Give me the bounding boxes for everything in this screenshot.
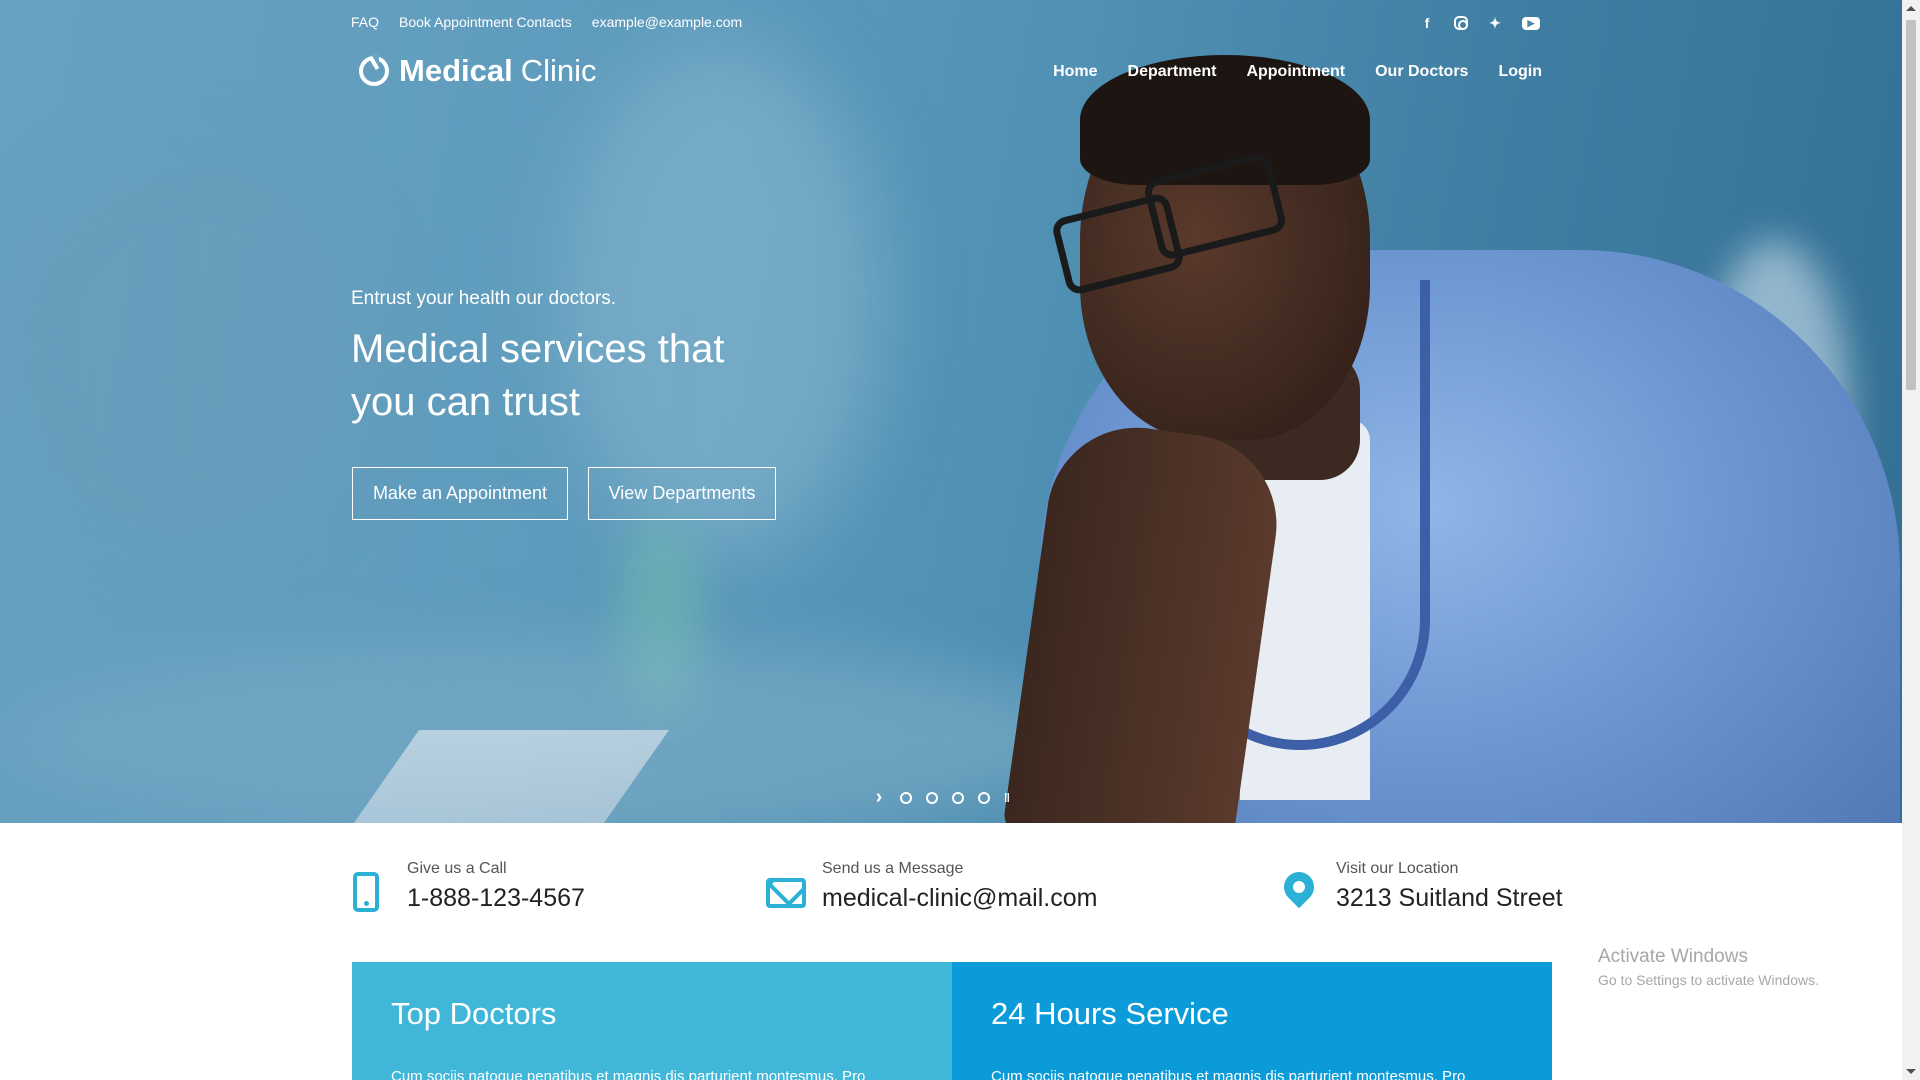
slider-controls: › ‖ xyxy=(872,786,1010,809)
slider-dot[interactable] xyxy=(900,791,912,804)
location-pin-icon xyxy=(1277,865,1326,918)
top-bar-links: FAQ Book Appointment Contacts example@ex… xyxy=(351,14,742,30)
panel-text: Cum sociis natoque penatibus et magnis d… xyxy=(991,1068,1466,1080)
scrollbar-thumb[interactable] xyxy=(1906,20,1916,390)
watermark-title: Activate Windows xyxy=(1598,946,1748,967)
book-appointment-contacts-link[interactable]: Book Appointment Contacts xyxy=(399,14,572,30)
slider-pause-icon[interactable]: ‖ xyxy=(1004,791,1010,805)
logo-text-strong: Medical xyxy=(399,53,513,88)
slider-next-arrow-icon[interactable]: › xyxy=(872,786,886,809)
contact-message-value[interactable]: medical-clinic@mail.com xyxy=(822,884,1097,913)
feature-panel-24-hours: 24 Hours Service Cum sociis natoque pena… xyxy=(952,962,1552,1080)
hero-banner: FAQ Book Appointment Contacts example@ex… xyxy=(0,0,1902,823)
panel-title: Top Doctors xyxy=(391,996,557,1031)
activate-windows-watermark: Activate Windows Go to Settings to activ… xyxy=(1598,946,1819,988)
logo-icon xyxy=(359,54,389,86)
slider-dot[interactable] xyxy=(926,791,938,804)
feature-panel-top-doctors: Top Doctors Cum sociis natoque penatibus… xyxy=(352,962,952,1080)
hero-headline: Medical services that you can trust xyxy=(351,327,725,424)
contact-call: Give us a Call 1-888-123-4567 xyxy=(351,860,585,918)
instagram-icon[interactable] xyxy=(1454,16,1468,30)
social-links: f ✦ ▶ xyxy=(1418,14,1540,32)
contact-location-label: Visit our Location xyxy=(1336,860,1459,877)
contact-message-label: Send us a Message xyxy=(822,860,964,877)
watermark-subtitle: Go to Settings to activate Windows. xyxy=(1598,972,1819,988)
hero-kicker: Entrust your health our doctors. xyxy=(351,288,617,309)
twitter-icon[interactable]: ✦ xyxy=(1486,14,1504,32)
main-nav: Home Department Appointment Our Doctors … xyxy=(1053,63,1542,81)
panel-text: Cum sociis natoque penatibus et magnis d… xyxy=(391,1068,866,1080)
panel-title: 24 Hours Service xyxy=(991,996,1229,1031)
make-appointment-button[interactable]: Make an Appointment xyxy=(352,467,568,520)
faq-link[interactable]: FAQ xyxy=(351,14,379,30)
contact-location-value[interactable]: 3213 Suitland Street xyxy=(1336,884,1563,913)
slider-dot[interactable] xyxy=(978,791,990,804)
scroll-down-icon[interactable] xyxy=(1906,1069,1916,1074)
mail-icon xyxy=(766,872,812,918)
site-logo[interactable]: Medical Clinic xyxy=(359,53,597,89)
nav-department[interactable]: Department xyxy=(1128,63,1217,81)
nav-our-doctors[interactable]: Our Doctors xyxy=(1375,63,1468,81)
nav-home[interactable]: Home xyxy=(1053,63,1097,81)
slider-dot[interactable] xyxy=(952,791,964,804)
view-departments-button[interactable]: View Departments xyxy=(588,467,776,520)
phone-icon xyxy=(351,872,397,918)
youtube-icon[interactable]: ▶ xyxy=(1522,16,1540,30)
page-scrollbar[interactable] xyxy=(1902,0,1920,1080)
scroll-up-icon[interactable] xyxy=(1906,6,1916,11)
contact-call-value[interactable]: 1-888-123-4567 xyxy=(407,884,585,913)
email-link[interactable]: example@example.com xyxy=(592,14,742,30)
nav-login[interactable]: Login xyxy=(1498,63,1542,81)
facebook-icon[interactable]: f xyxy=(1418,14,1436,32)
contact-call-label: Give us a Call xyxy=(407,860,507,877)
contact-location: Visit our Location 3213 Suitland Street xyxy=(1277,860,1563,918)
contact-message: Send us a Message medical-clinic@mail.co… xyxy=(766,860,1097,918)
logo-text-light: Clinic xyxy=(520,53,597,88)
nav-appointment[interactable]: Appointment xyxy=(1246,63,1345,81)
